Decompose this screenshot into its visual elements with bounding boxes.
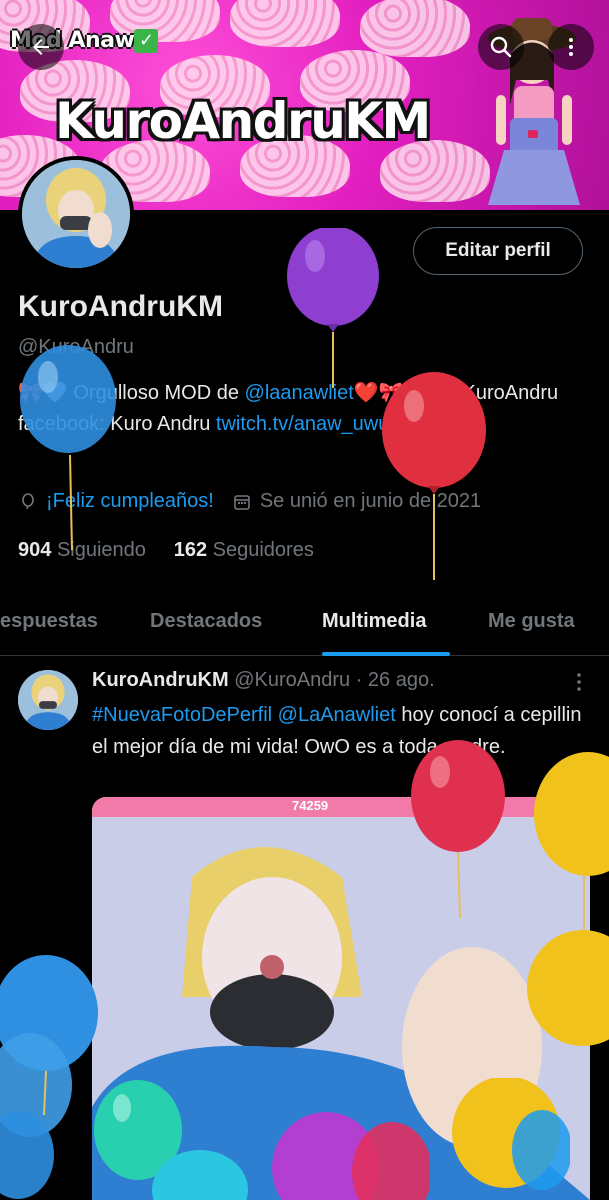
- display-name: KuroAndruKM: [18, 290, 223, 323]
- balloon-blue: [20, 345, 116, 551]
- back-button[interactable]: [18, 24, 64, 70]
- balloon-yellow-3: [452, 1078, 570, 1190]
- post-hashtag[interactable]: #NuevaFotoDePerfil: [92, 704, 272, 726]
- back-arrow-icon: [33, 39, 49, 55]
- tab-destacados[interactable]: Destacados: [150, 610, 262, 633]
- balloon-red: [382, 372, 486, 580]
- balloon-yellow-2: [527, 930, 609, 1046]
- tab-multimedia[interactable]: Multimedia: [322, 610, 426, 633]
- balloon-purple: [287, 228, 379, 388]
- post-avatar-image: [18, 670, 78, 730]
- stream-bar: 74259: [92, 797, 590, 817]
- post-text: #NuevaFotoDePerfil @LaAnawliet hoy conoc…: [92, 699, 592, 763]
- post-mention[interactable]: @LaAnawliet: [278, 704, 396, 726]
- balloon-blue-2: [0, 955, 98, 1199]
- banner-title: KuroAndruKM: [55, 92, 431, 150]
- search-button[interactable]: [478, 24, 524, 70]
- more-button[interactable]: [548, 24, 594, 70]
- viewer-counter: 74259: [292, 798, 329, 813]
- tab-respuestas[interactable]: espuestas: [0, 610, 98, 633]
- balloon-teal-2: [152, 1150, 248, 1200]
- balloon-yellow: [534, 752, 609, 952]
- tab-me-gusta[interactable]: Me gusta: [488, 610, 575, 633]
- edit-profile-button[interactable]: Editar perfil: [413, 227, 583, 275]
- profile-avatar[interactable]: [18, 156, 134, 272]
- avatar-image: [22, 160, 130, 268]
- calendar-icon: [234, 494, 250, 510]
- check-icon: ✓: [134, 29, 159, 53]
- more-vertical-icon: [569, 38, 573, 56]
- search-icon: [490, 36, 512, 58]
- balloon-red-2: [411, 740, 505, 918]
- post-author-name[interactable]: KuroAndruKM: [92, 669, 229, 691]
- balloon-purple-2: [272, 1112, 430, 1200]
- post-handle-date: @KuroAndru · 26 ago.: [234, 669, 435, 691]
- profile-tabs: espuestas Destacados Multimedia Me gusta: [0, 588, 609, 656]
- post-avatar[interactable]: [18, 670, 78, 730]
- post-header: KuroAndruKM @KuroAndru · 26 ago.: [92, 669, 435, 692]
- post-more-icon[interactable]: [570, 670, 588, 694]
- active-tab-indicator: [322, 652, 450, 656]
- followers-link[interactable]: 162 Seguidores: [174, 539, 314, 561]
